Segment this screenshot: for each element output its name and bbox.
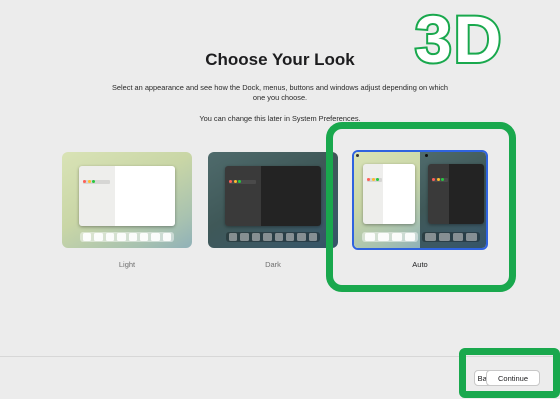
appearance-option-dark[interactable] [208,152,338,248]
auto-highlight-box [326,122,516,292]
description-line-1: Select an appearance and see how the Doc… [111,83,449,92]
traffic-lights-icon [83,170,97,188]
appearance-label-light: Light [118,260,136,269]
appearance-label-dark: Dark [265,260,281,269]
dark-window-preview [225,166,321,226]
continue-highlight-box [459,348,560,398]
traffic-lights-icon [229,170,243,188]
light-window-preview [79,166,175,226]
dock-preview [80,232,174,242]
appearance-option-light[interactable] [62,152,192,248]
dock-preview [226,232,320,242]
description: Select an appearance and see how the Doc… [60,83,500,103]
window-content [261,166,321,226]
description-line-2: one you choose. [252,93,308,102]
3d-badge: 3D [413,2,504,76]
window-content [115,166,175,226]
